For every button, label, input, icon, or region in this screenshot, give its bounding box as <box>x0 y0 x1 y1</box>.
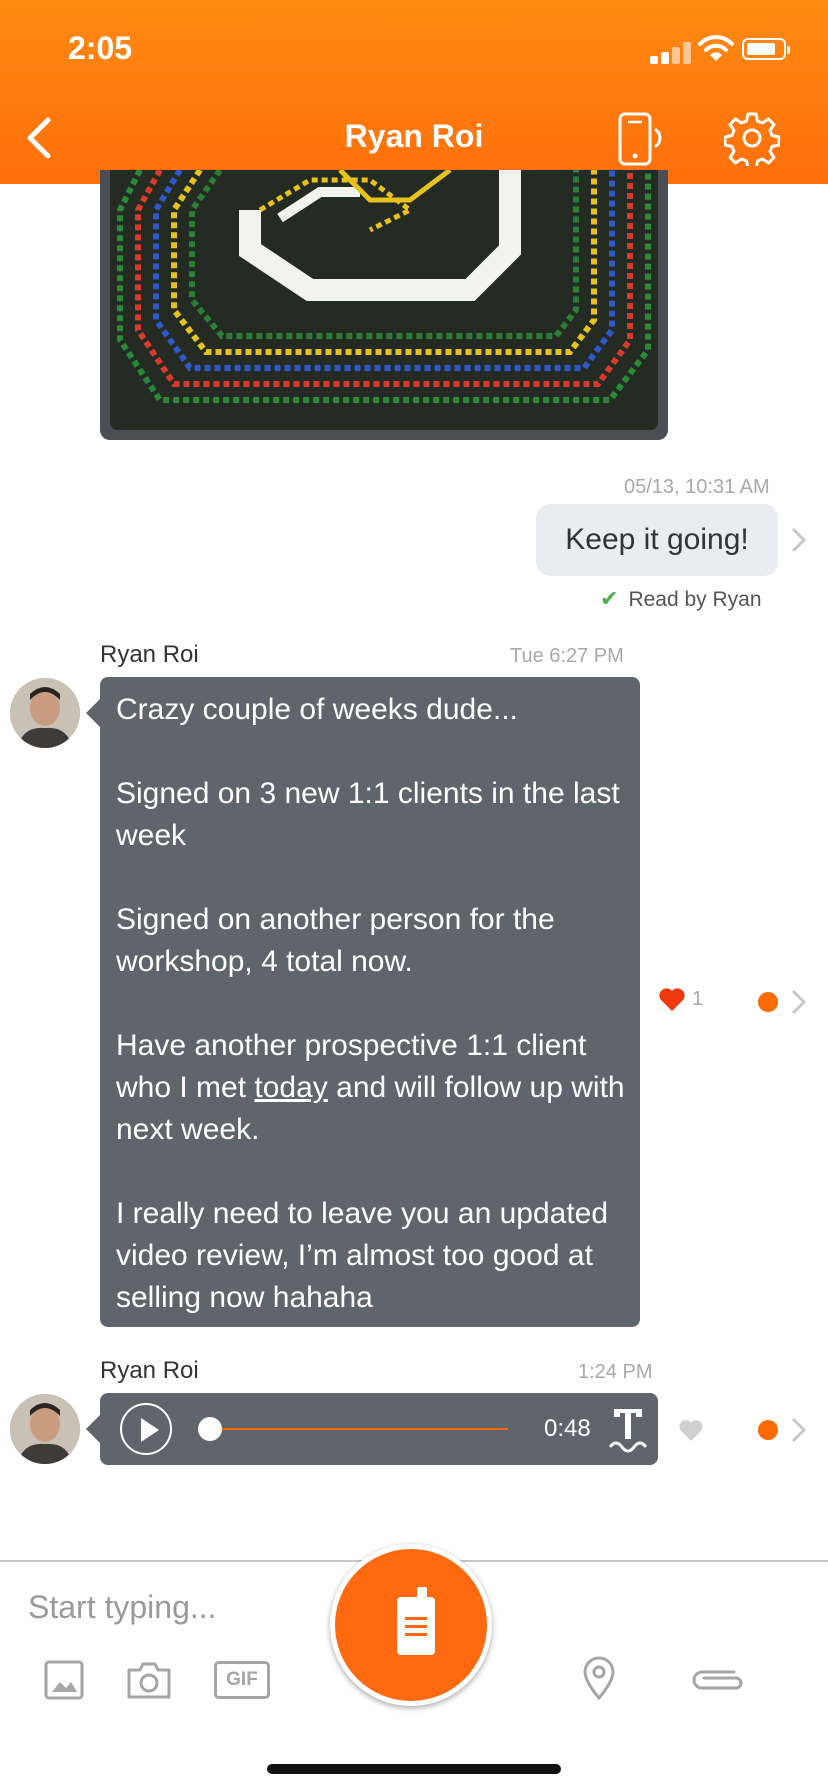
read-receipt: ✔ Read by Ryan <box>600 586 762 612</box>
message-paragraph: I really need to leave you an updated vi… <box>116 1197 609 1314</box>
like-count: 1 <box>692 988 704 1010</box>
camera-icon[interactable] <box>126 1660 172 1700</box>
audio-message-bubble[interactable]: 0:48 <box>86 1393 658 1465</box>
message-input[interactable] <box>26 1586 330 1628</box>
audio-progress-track[interactable] <box>210 1428 508 1430</box>
walkie-talkie-button[interactable] <box>330 1544 492 1706</box>
cellular-signal-icon <box>650 40 696 64</box>
avatar[interactable] <box>10 678 80 748</box>
sender-name: Ryan Roi <box>100 1357 199 1384</box>
message-paragraph: Crazy couple of weeks dude... <box>116 693 518 726</box>
battery-icon <box>742 38 790 60</box>
app-header: 2:05 Ryan Roi <box>0 0 828 184</box>
wifi-icon <box>698 35 734 61</box>
avatar-photo <box>10 1394 80 1464</box>
chevron-right-icon[interactable] <box>790 527 808 553</box>
settings-gear-icon[interactable] <box>724 110 780 166</box>
play-button[interactable] <box>120 1403 172 1455</box>
sender-name: Ryan Roi <box>100 641 199 668</box>
unread-dot-icon <box>758 992 778 1012</box>
walkie-grille-line <box>405 1617 427 1620</box>
shared-photo[interactable] <box>110 170 658 430</box>
walkie-grille-line <box>405 1633 427 1636</box>
heart-icon[interactable] <box>658 986 686 1012</box>
unread-dot-icon <box>758 1420 778 1440</box>
date-link[interactable]: today <box>254 1071 327 1104</box>
conversation-title: Ryan Roi <box>344 118 484 154</box>
avatar[interactable] <box>10 1394 80 1464</box>
chevron-right-icon[interactable] <box>790 989 808 1015</box>
incoming-message-bubble[interactable]: Crazy couple of weeks dude... Signed on … <box>86 677 640 1327</box>
walkie-grille-line <box>405 1625 427 1628</box>
audio-duration: 0:48 <box>544 1415 591 1442</box>
message-timestamp: Tue 6:27 PM <box>510 645 624 667</box>
beaded-pattern-image <box>110 170 658 430</box>
message-timestamp: 05/13, 10:31 AM <box>624 476 770 498</box>
photo-library-icon[interactable] <box>44 1660 84 1700</box>
chevron-right-icon[interactable] <box>790 1417 808 1443</box>
outgoing-message-bubble[interactable]: Keep it going! <box>536 504 778 576</box>
message-paragraph: Signed on 3 new 1:1 clients in the last … <box>116 777 620 852</box>
paperclip-icon[interactable] <box>688 1664 746 1694</box>
status-time: 2:05 <box>68 30 133 66</box>
audio-scrubber-handle[interactable] <box>198 1417 222 1441</box>
checkmark-icon: ✔ <box>600 586 619 611</box>
message-timestamp: 1:24 PM <box>578 1361 653 1383</box>
message-text: Crazy couple of weeks dude... Signed on … <box>116 689 628 1361</box>
heart-outline-icon[interactable] <box>678 1418 704 1442</box>
image-message[interactable] <box>100 170 668 440</box>
location-pin-icon[interactable] <box>582 1656 616 1700</box>
message-paragraph: Signed on another person for the worksho… <box>116 903 555 978</box>
message-paragraph: Have another prospective 1:1 client who … <box>116 1025 628 1151</box>
gif-button[interactable]: GIF <box>214 1661 270 1699</box>
home-indicator <box>267 1764 561 1774</box>
read-receipt-label: Read by Ryan <box>628 588 762 611</box>
avatar-photo <box>10 678 80 748</box>
transcribe-icon[interactable] <box>608 1405 648 1455</box>
walkie-mode-phone-icon[interactable] <box>614 110 670 168</box>
